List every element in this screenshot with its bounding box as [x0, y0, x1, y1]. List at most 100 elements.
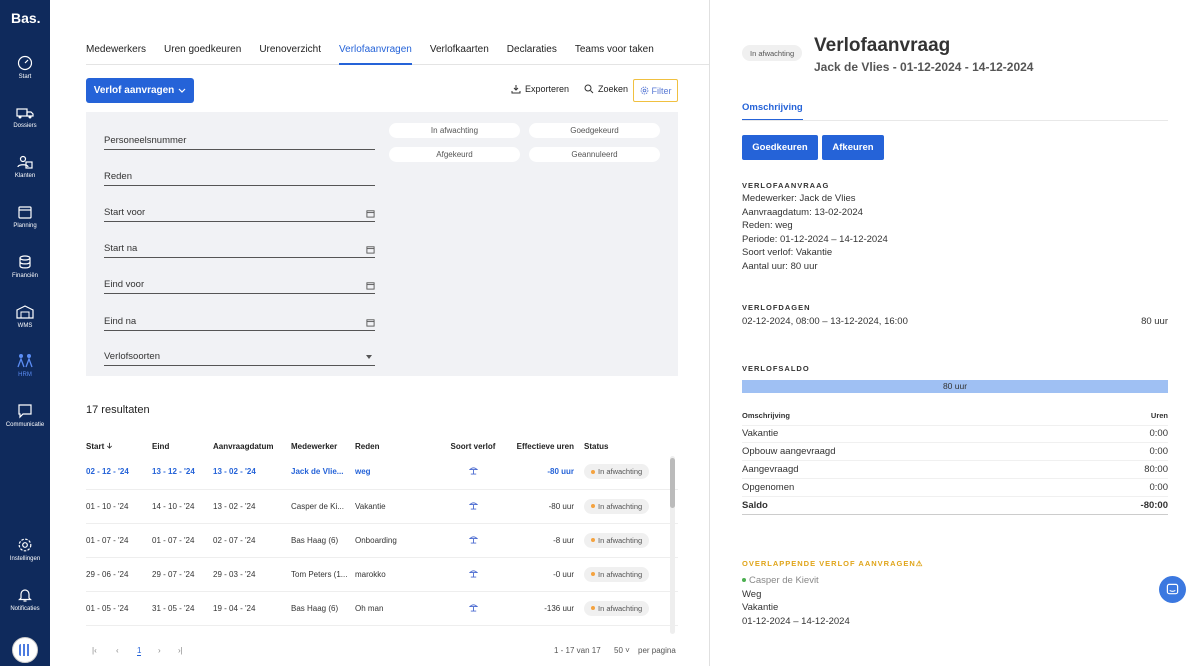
tab-declaraties[interactable]: Declaraties — [507, 40, 557, 65]
table-row[interactable]: 29 - 06 - '24 29 - 07 - '24 29 - 03 - '2… — [86, 557, 678, 592]
calendar-icon[interactable] — [366, 281, 375, 290]
truck-icon — [16, 108, 34, 119]
cell-type — [436, 591, 510, 626]
online-dot — [742, 578, 746, 583]
col-start[interactable]: Start — [86, 437, 152, 455]
overlap-employee[interactable]: Casper de Kievit — [742, 574, 850, 588]
tab-omschrijving[interactable]: Omschrijving — [742, 102, 803, 121]
tab-verlofaanvragen[interactable]: Verlofaanvragen — [339, 40, 412, 65]
col-effectieve-uren[interactable]: Effectieve uren — [510, 437, 580, 455]
first-page-icon[interactable]: |‹ — [92, 646, 97, 655]
tab-uren-goedkeuren[interactable]: Uren goedkeuren — [164, 40, 241, 65]
request-leave-button[interactable]: Verlof aanvragen — [86, 78, 194, 103]
status-badge: In afwachting — [584, 600, 650, 616]
request-details: Medewerker: Jack de Vlies Aanvraagdatum:… — [742, 192, 888, 274]
cell-status: In afwachting — [580, 523, 678, 558]
table-row[interactable]: 01 - 05 - '24 31 - 05 - '24 19 - 04 - '2… — [86, 591, 678, 626]
sidebar-item-wms[interactable]: WMS — [0, 304, 50, 329]
calendar-icon[interactable] — [366, 318, 375, 327]
days-range: 02-12-2024, 08:00 – 13-12-2024, 16:00 — [742, 316, 908, 327]
cell-end: 31 - 05 - '24 — [152, 591, 213, 626]
chip-afgekeurd[interactable]: Afgekeurd — [389, 147, 520, 162]
col-soort-verlof[interactable]: Soort verlof — [436, 437, 510, 455]
chip-goedgekeurd[interactable]: Goedgekeurd — [529, 123, 660, 138]
tab-urenoverzicht[interactable]: Urenoverzicht — [259, 40, 321, 65]
eind-na-field[interactable]: Eind na — [104, 311, 375, 331]
sidebar-item-label: Dossiers — [13, 123, 37, 129]
verlofsoorten-select[interactable]: Verlofsoorten — [104, 346, 375, 366]
export-button[interactable]: Exporteren — [511, 84, 569, 94]
status-badge: In afwachting — [584, 532, 650, 548]
eind-voor-field[interactable]: Eind voor — [104, 274, 375, 294]
calendar-icon[interactable] — [366, 245, 375, 254]
beach-icon — [468, 535, 478, 544]
beach-icon — [468, 501, 478, 510]
sidebar-item-klanten[interactable]: Klanten — [0, 154, 50, 179]
saldo-col-description: Omschrijving — [742, 411, 790, 420]
leave-table: Start Eind Aanvraagdatum Medewerker Rede… — [86, 437, 678, 626]
cell-hours: -8 uur — [510, 523, 580, 558]
table-row[interactable]: 02 - 12 - '24 13 - 12 - '24 13 - 02 - '2… — [86, 455, 678, 490]
next-page-icon[interactable]: › — [158, 646, 161, 655]
last-page-icon[interactable]: ›| — [178, 646, 183, 655]
col-eind[interactable]: Eind — [152, 437, 213, 455]
cell-requested: 19 - 04 - '24 — [213, 591, 291, 626]
per-page-select[interactable]: 50 ˅ — [614, 646, 630, 655]
overlap-details: Casper de Kievit Weg Vakantie 01-12-2024… — [742, 574, 850, 628]
sidebar-item-start[interactable]: Start — [0, 55, 50, 80]
saldo-label: Vakantie — [742, 428, 779, 439]
tab-verlofkaarten[interactable]: Verlofkaarten — [430, 40, 489, 65]
prev-page-icon[interactable]: ‹ — [116, 646, 119, 655]
beach-icon — [468, 603, 478, 612]
sidebar-item-instellingen[interactable]: Instellingen — [0, 537, 50, 562]
warehouse-icon — [16, 305, 34, 319]
cell-hours: -136 uur — [510, 591, 580, 626]
sidebar-item-communicatie[interactable]: Communicatie — [0, 403, 50, 428]
personeelsnummer-field[interactable]: Personeelsnummer — [104, 130, 375, 150]
col-label: Start — [86, 441, 105, 451]
field-label: Start voor — [104, 207, 146, 218]
approve-button[interactable]: Goedkeuren — [742, 135, 818, 160]
field-label: Eind na — [104, 316, 137, 327]
col-reden[interactable]: Reden — [355, 437, 436, 455]
section-heading-saldo: VERLOFSALDO — [742, 364, 810, 373]
start-voor-field[interactable]: Start voor — [104, 202, 375, 222]
page-number[interactable]: 1 — [137, 646, 142, 656]
days-hours: 80 uur — [1141, 316, 1168, 327]
app-logo[interactable]: Bas. — [11, 10, 41, 26]
chip-geannuleerd[interactable]: Geannuleerd — [529, 147, 660, 162]
search-button[interactable]: Zoeken — [584, 84, 628, 94]
request-leave-label: Verlof aanvragen — [93, 85, 175, 96]
overlap-heading-label: OVERLAPPENDE VERLOF AANVRAGEN — [742, 559, 916, 568]
avatar[interactable] — [12, 637, 38, 663]
tab-medewerkers[interactable]: Medewerkers — [86, 40, 146, 65]
detail-panel: In afwachting Verlofaanvraag Jack de Vli… — [710, 0, 1200, 666]
saldo-label: Aangevraagd — [742, 464, 799, 475]
calendar-icon[interactable] — [366, 209, 375, 218]
chip-in-afwachting[interactable]: In afwachting — [389, 123, 520, 138]
start-na-field[interactable]: Start na — [104, 238, 375, 258]
col-aanvraagdatum[interactable]: Aanvraagdatum — [213, 437, 291, 455]
sidebar-item-financien[interactable]: Financiën — [0, 254, 50, 279]
filter-button[interactable]: Filter — [633, 79, 678, 102]
col-status[interactable]: Status — [580, 437, 678, 455]
table-scroll-thumb[interactable] — [670, 458, 675, 508]
cell-start: 01 - 05 - '24 — [86, 591, 152, 626]
table-row[interactable]: 01 - 10 - '24 14 - 10 - '24 13 - 02 - '2… — [86, 489, 678, 524]
tab-teams-voor-taken[interactable]: Teams voor taken — [575, 40, 654, 65]
sidebar-item-notificaties[interactable]: Notificaties — [0, 587, 50, 612]
sidebar-item-planning[interactable]: Planning — [0, 204, 50, 229]
reden-field[interactable]: Reden — [104, 166, 375, 186]
download-icon — [511, 85, 521, 94]
gear-icon — [18, 538, 32, 552]
chat-icon — [1166, 583, 1179, 595]
table-row[interactable]: 01 - 07 - '24 01 - 07 - '24 02 - 07 - '2… — [86, 523, 678, 558]
cell-hours: -0 uur — [510, 557, 580, 592]
tab-bar: Medewerkers Uren goedkeuren Urenoverzich… — [86, 40, 710, 65]
chat-support-button[interactable] — [1159, 576, 1186, 603]
sidebar-item-dossiers[interactable]: Dossiers — [0, 104, 50, 129]
sidebar-item-hrm[interactable]: HRM — [0, 353, 50, 378]
reject-button[interactable]: Afkeuren — [822, 135, 884, 160]
col-medewerker[interactable]: Medewerker — [291, 437, 355, 455]
status-label: In afwachting — [598, 569, 643, 579]
